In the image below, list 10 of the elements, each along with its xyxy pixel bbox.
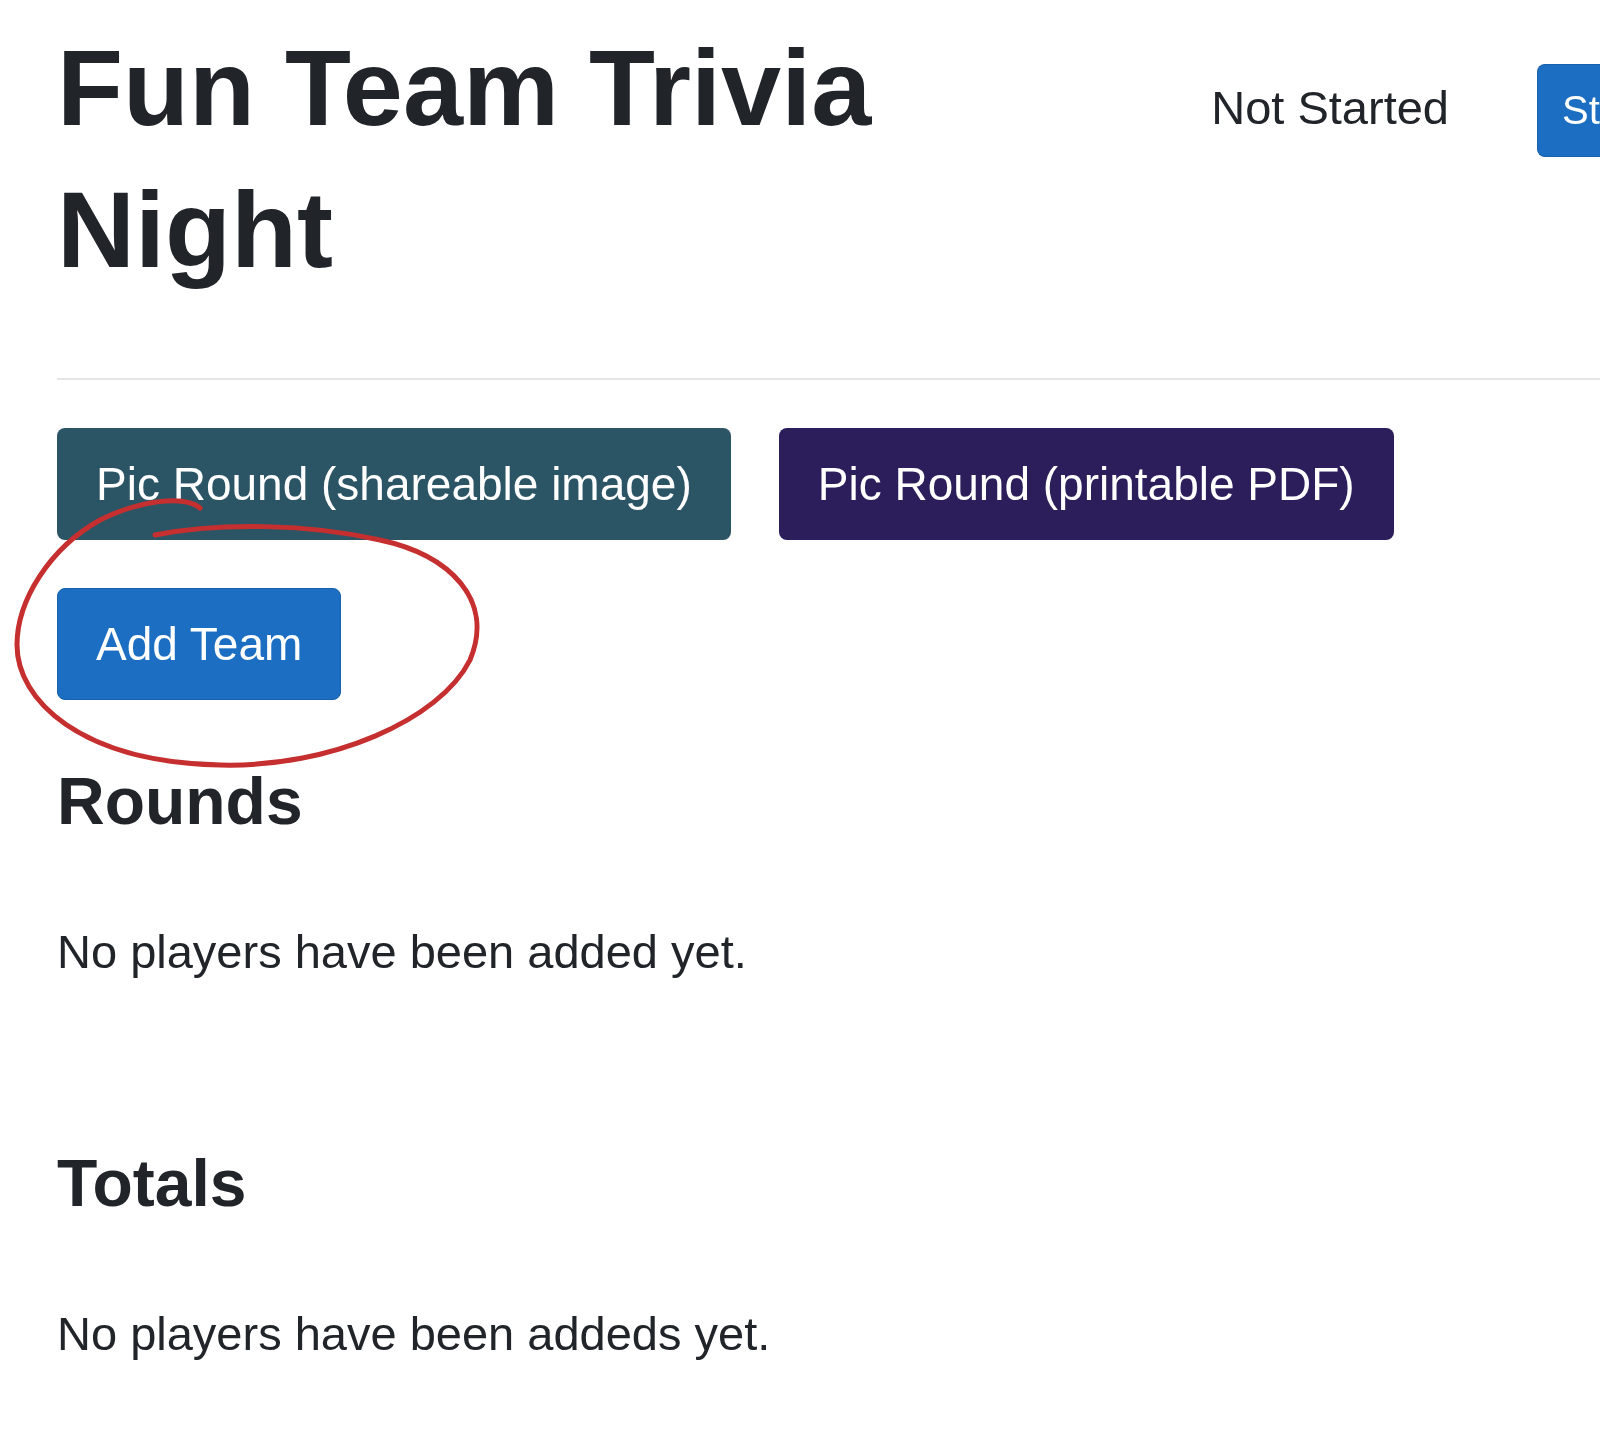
pic-round-button[interactable]: Pic Round (printable PDF) bbox=[778, 428, 1394, 540]
page-title: Fun Team Trivia Night bbox=[57, 26, 873, 292]
section-heading: Totals bbox=[57, 1145, 248, 1222]
add-team-button[interactable]: Add Team bbox=[57, 588, 342, 700]
empty-message: No players have been added yet. bbox=[57, 924, 748, 980]
pic-round-button[interactable]: Pic Round (shareable image) bbox=[57, 428, 731, 540]
game-status: Not Started bbox=[1211, 80, 1449, 135]
empty-message: No players have been addeds yet. bbox=[57, 1306, 772, 1362]
section-heading: Rounds bbox=[57, 763, 304, 840]
start-button[interactable]: St bbox=[1537, 64, 1600, 157]
